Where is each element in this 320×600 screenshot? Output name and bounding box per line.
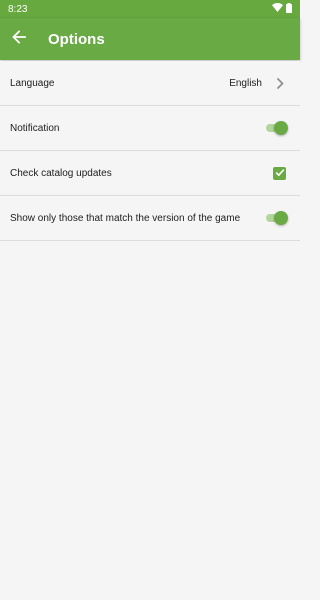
language-setting[interactable]: Language English [0, 61, 300, 106]
wifi-icon [272, 3, 283, 15]
battery-icon [286, 2, 292, 16]
match-version-label: Show only those that match the version o… [10, 212, 241, 224]
notification-label: Notification [10, 122, 60, 134]
app-bar: Options [0, 18, 300, 60]
catalog-updates-label: Check catalog updates [10, 167, 112, 179]
check-icon [275, 164, 285, 182]
match-version-toggle[interactable] [264, 211, 288, 225]
settings-list: Language English Notification Check cata… [0, 61, 300, 241]
match-version-setting[interactable]: Show only those that match the version o… [0, 196, 300, 241]
arrow-left-icon [12, 29, 26, 49]
back-button[interactable] [1, 18, 37, 60]
chevron-right-icon [274, 76, 286, 90]
toggle-thumb [274, 211, 288, 225]
language-value: English [229, 77, 262, 89]
toggle-thumb [274, 121, 288, 135]
notification-toggle[interactable] [264, 121, 288, 135]
status-time: 8:23 [8, 3, 28, 15]
catalog-updates-setting[interactable]: Check catalog updates [0, 151, 300, 196]
status-bar: 8:23 [0, 0, 300, 18]
status-icons [272, 2, 292, 16]
catalog-updates-checkbox[interactable] [273, 164, 286, 182]
page-title: Options [48, 30, 105, 48]
notification-setting[interactable]: Notification [0, 106, 300, 151]
language-label: Language [10, 77, 55, 89]
